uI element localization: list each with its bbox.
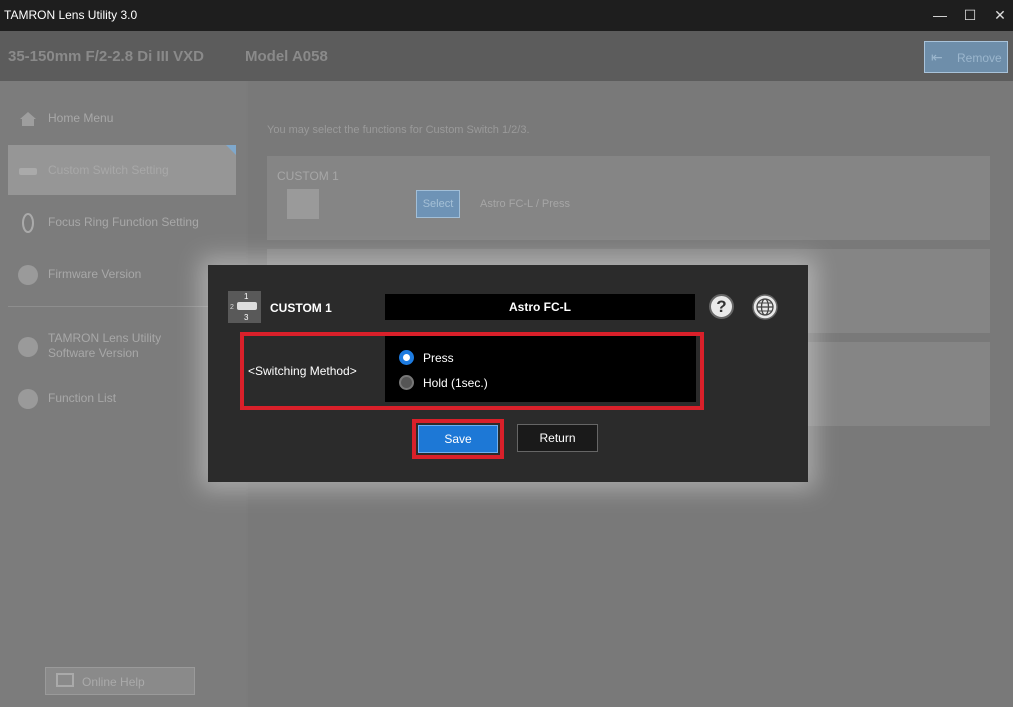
panel-value: Astro FC-L / Press: [480, 198, 571, 210]
home-icon: [20, 112, 36, 126]
switch-number-2: 2: [230, 304, 234, 311]
lens-header: 35-150mm F/2-2.8 Di III VXD Model A058 ⇤…: [0, 31, 1013, 81]
sidebar-item-software-version[interactable]: TAMRON Lens Utility Software Version: [8, 321, 236, 371]
save-button[interactable]: Save: [418, 425, 498, 453]
firmware-icon: [18, 265, 38, 285]
switch-bar: [237, 302, 257, 310]
switch-number-3: 3: [244, 313, 249, 322]
sidebar-item-home-menu[interactable]: Home Menu: [8, 93, 236, 143]
sidebar-item-custom-switch-setting[interactable]: Custom Switch Setting: [8, 145, 236, 195]
switch-icon: [19, 168, 37, 175]
switching-method-label: <Switching Method>: [248, 364, 357, 378]
intro-text: You may select the functions for Custom …: [267, 124, 530, 136]
lens-model: Model A058: [245, 48, 328, 65]
radio-unselected-icon[interactable]: [399, 375, 414, 390]
focus-ring-icon: [22, 213, 34, 233]
remove-button[interactable]: ⇤ Remove: [924, 41, 1008, 73]
minimize-button[interactable]: —: [925, 0, 955, 31]
custom-1-panel: CUSTOM 1 Select Astro FC-L / Press: [267, 156, 990, 240]
window-title: TAMRON Lens Utility 3.0: [4, 8, 138, 22]
close-button[interactable]: ✕: [985, 0, 1013, 31]
sidebar-item-label: Function List: [48, 391, 117, 405]
title-bar: TAMRON Lens Utility 3.0 — ☐ ✕: [0, 0, 1013, 31]
sidebar-item-firmware-version[interactable]: Firmware Version: [8, 249, 236, 299]
online-help-button[interactable]: Online Help: [45, 667, 195, 695]
switching-method-group: <Switching Method> Press Hold (1sec.): [240, 332, 704, 410]
sidebar-item-focus-ring-function-setting[interactable]: Focus Ring Function Setting: [8, 197, 236, 247]
lens-name: 35-150mm F/2-2.8 Di III VXD: [8, 48, 204, 65]
info-icon: [18, 337, 38, 357]
sidebar-item-label: Home Menu: [48, 111, 114, 125]
sidebar-item-function-list[interactable]: Function List: [8, 373, 236, 423]
function-value: Astro FC-L: [385, 294, 695, 320]
online-help-label: Online Help: [82, 675, 145, 689]
save-highlight: Save: [412, 419, 504, 459]
globe-icon[interactable]: [752, 294, 778, 320]
sidebar-item-label: TAMRON Lens Utility Software Version: [48, 331, 162, 360]
maximize-button[interactable]: ☐: [955, 0, 985, 31]
sidebar-item-label: Firmware Version: [48, 267, 142, 281]
active-corner-marker: [226, 145, 236, 155]
remove-label: Remove: [957, 51, 1002, 65]
switch-number-1: 1: [244, 292, 249, 301]
help-icon[interactable]: ?: [709, 294, 734, 319]
sidebar-item-label: Custom Switch Setting: [48, 163, 169, 177]
sidebar-item-label: Focus Ring Function Setting: [48, 215, 199, 229]
option-label: Hold (1sec.): [423, 376, 488, 390]
sidebar-divider: [8, 306, 238, 307]
switching-method-options: Press Hold (1sec.): [385, 336, 696, 402]
panel-title: CUSTOM 1: [277, 169, 339, 183]
help-window-icon: [56, 673, 74, 687]
list-icon: [18, 389, 38, 409]
option-label: Press: [423, 351, 454, 365]
custom-switch-dialog: 1 2 3 CUSTOM 1 Astro FC-L ? <Switching M…: [208, 265, 808, 482]
custom-label: CUSTOM 1: [270, 301, 332, 315]
radio-selected-icon[interactable]: [399, 350, 414, 365]
custom-switch-icon: 1 2 3: [228, 291, 261, 323]
remove-icon: ⇤: [931, 49, 943, 65]
return-button[interactable]: Return: [517, 424, 598, 452]
custom-switch-icon: [287, 189, 319, 219]
select-button[interactable]: Select: [416, 190, 460, 218]
